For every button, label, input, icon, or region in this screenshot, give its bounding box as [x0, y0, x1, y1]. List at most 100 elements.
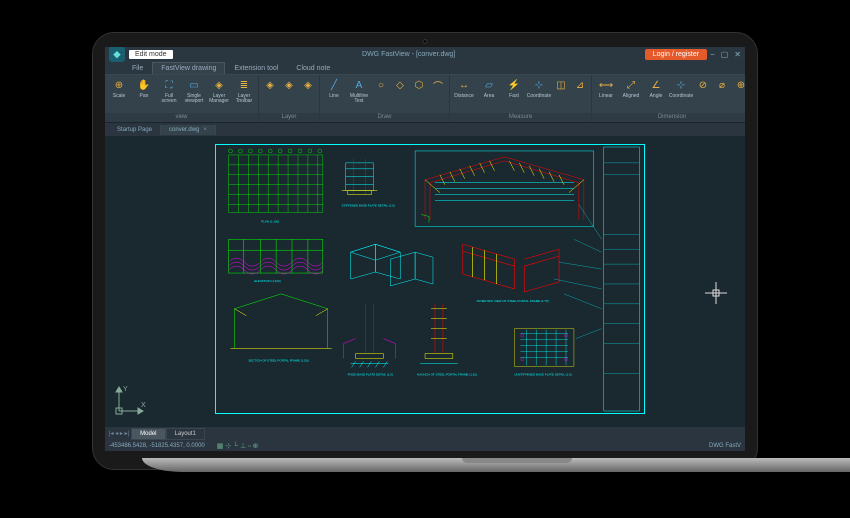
titlebar: ◆ Edit mode DWG FastView - [conver.dwg] …	[105, 47, 745, 61]
svg-text:X: X	[141, 402, 146, 409]
menu-tab-fastview[interactable]: FastView drawing	[152, 62, 225, 74]
crosshair-cursor	[705, 282, 727, 307]
ucs-icon: YX	[111, 379, 151, 421]
login-button[interactable]: Login / register	[645, 49, 707, 60]
layout-nav-arrows[interactable]: |◂ ◂ ▸ ▸|	[107, 430, 131, 437]
status-toggle-icons[interactable]: ▦ ⊹ └ ⊥ ▫ ⊕	[217, 442, 259, 450]
ribbon-group-label: Draw	[320, 113, 449, 122]
close-icon[interactable]: ✕	[734, 50, 741, 59]
ribbon-btn-coordinate[interactable]: ⊹Coordinate	[527, 77, 551, 113]
ribbon-btn-icon[interactable]: ◈	[299, 77, 317, 113]
ribbon-btn-coordinate[interactable]: ⊹Coordinate	[669, 77, 693, 113]
layout-tab-model[interactable]: Model	[131, 428, 165, 440]
edit-mode-toggle[interactable]: Edit mode	[129, 50, 173, 59]
layout-tab-layout1[interactable]: Layout1	[166, 428, 205, 440]
ribbon-label: Line	[329, 94, 338, 99]
close-tab-icon[interactable]: ×	[203, 127, 207, 133]
ribbon-label: Fast	[509, 94, 519, 99]
ribbon-btn-multiline-text[interactable]: AMultiline Text	[347, 77, 371, 113]
ribbon-icon: ◈	[211, 77, 227, 93]
status-brand: DWG FastV	[709, 443, 741, 449]
ribbon-btn-line[interactable]: ╱Line	[322, 77, 346, 113]
ribbon-btn-icon[interactable]: ⬡	[410, 77, 428, 113]
menu-bar: File FastView drawing Extension tool Clo…	[105, 61, 745, 75]
ribbon-label: Coordinate	[669, 94, 693, 99]
ribbon-icon: ⌀	[714, 77, 730, 93]
ribbon-icon: ◈	[281, 77, 297, 93]
ribbon-btn-icon[interactable]: ◇	[391, 77, 409, 113]
ribbon-icon: ⟷	[598, 77, 614, 93]
ribbon-icon: ⊘	[695, 77, 711, 93]
menu-tab-cloud[interactable]: Cloud note	[287, 62, 339, 74]
ribbon-icon: ✋	[136, 77, 152, 93]
svg-text:ISOMETRIC VIEW OF STEEL PORTAL: ISOMETRIC VIEW OF STEEL PORTAL FRAME (1:…	[477, 299, 549, 303]
ribbon-icon: ▭	[186, 77, 202, 93]
svg-text:SECTION OF STEEL PORTAL FRAME: SECTION OF STEEL PORTAL FRAME (1:50)	[248, 358, 308, 362]
ribbon-btn-icon[interactable]: ◈	[280, 77, 298, 113]
ribbon-btn-area[interactable]: ▱Area	[477, 77, 501, 113]
menu-tab-file[interactable]: File	[123, 62, 152, 74]
ribbon-btn-icon[interactable]: ⌀	[713, 77, 731, 113]
ribbon-btn-linear[interactable]: ⟷Linear	[594, 77, 618, 113]
ribbon-icon: ⊹	[673, 77, 689, 93]
menu-tab-extension[interactable]: Extension tool	[225, 62, 287, 74]
ribbon-btn-pan[interactable]: ✋Pan	[132, 77, 156, 113]
ribbon-icon: ◈	[300, 77, 316, 93]
ribbon-btn-icon[interactable]: ◫	[552, 77, 570, 113]
ribbon-label: Single viewport	[182, 94, 206, 104]
ribbon-icon: ◇	[392, 77, 408, 93]
ribbon-icon: ⚡	[506, 77, 522, 93]
ribbon-label: Layer Manager	[207, 94, 231, 104]
ribbon-icon: ⊕	[733, 77, 745, 93]
ribbon-btn-layer-toolbar[interactable]: ≣Layer Toolbar	[232, 77, 256, 113]
ribbon-icon: ◫	[553, 77, 569, 93]
ribbon-label: Layer Toolbar	[232, 94, 256, 104]
ribbon-btn-single-viewport[interactable]: ▭Single viewport	[182, 77, 206, 113]
ribbon-icon: A	[351, 77, 367, 93]
doc-tab-label: conver.dwg	[169, 127, 199, 133]
ribbon-btn-scale[interactable]: ⊕Scale	[107, 77, 131, 113]
layout-tabs: |◂ ◂ ▸ ▸| Model Layout1	[105, 427, 745, 440]
minimize-icon[interactable]: −	[710, 50, 715, 59]
laptop-camera	[423, 39, 428, 44]
ribbon-btn-icon[interactable]: ⊿	[571, 77, 589, 113]
status-bar: -453486.5428, -51825.4357, 0.0000 ▦ ⊹ └ …	[105, 440, 745, 451]
ribbon-label: Pan	[140, 94, 149, 99]
ribbon-icon: ∠	[648, 77, 664, 93]
ribbon-btn-layer-manager[interactable]: ◈Layer Manager	[207, 77, 231, 113]
doc-tab-startup[interactable]: Startup Page	[109, 125, 161, 135]
ribbon-label: Distance	[454, 94, 473, 99]
ribbon-icon: ⊕	[111, 77, 127, 93]
svg-text:ELEVATION (1:100): ELEVATION (1:100)	[254, 279, 280, 283]
ribbon-btn-angle[interactable]: ∠Angle	[644, 77, 668, 113]
maximize-icon[interactable]: ▢	[721, 50, 729, 59]
ribbon-btn-icon[interactable]: ⊕	[732, 77, 745, 113]
document-tabs: Startup Page conver.dwg ×	[105, 123, 745, 136]
ribbon-icon: ⊿	[572, 77, 588, 93]
ribbon-btn-aligned[interactable]: ⤢Aligned	[619, 77, 643, 113]
ribbon: ⊕Scale✋Pan⛶Full screen▭Single viewport◈L…	[105, 75, 745, 123]
svg-text:HAUNCH OF STEEL PORTAL FRAME (: HAUNCH OF STEEL PORTAL FRAME (1:10)	[417, 372, 477, 376]
ribbon-btn-icon[interactable]: ⌒	[429, 77, 447, 113]
ribbon-btn-icon[interactable]: ◈	[261, 77, 279, 113]
ribbon-icon: ↔	[456, 77, 472, 93]
ribbon-btn-distance[interactable]: ↔Distance	[452, 77, 476, 113]
ribbon-group-label: Layer	[259, 113, 319, 122]
ribbon-btn-icon[interactable]: ⊘	[694, 77, 712, 113]
status-coords: -453486.5428, -51825.4357, 0.0000	[109, 443, 205, 449]
ribbon-btn-fast[interactable]: ⚡Fast	[502, 77, 526, 113]
ribbon-btn-full-screen[interactable]: ⛶Full screen	[157, 77, 181, 113]
ribbon-icon: ╱	[326, 77, 342, 93]
ribbon-label: Aligned	[623, 94, 640, 99]
ribbon-icon: ⊹	[531, 77, 547, 93]
ribbon-icon: ⛶	[161, 77, 177, 93]
ribbon-icon: ≣	[236, 77, 252, 93]
drawing-canvas[interactable]: PLAN (1:100) ELEVATION (1:100) STIFFENED…	[105, 136, 745, 427]
window-title: DWG FastView - [conver.dwg]	[173, 51, 645, 58]
drawing-sheet: PLAN (1:100) ELEVATION (1:100) STIFFENED…	[215, 144, 645, 414]
svg-text:UNSTIFFENED BASE PLATE DETAIL: UNSTIFFENED BASE PLATE DETAIL (1:5)	[514, 372, 571, 376]
ribbon-btn-icon[interactable]: ○	[372, 77, 390, 113]
doc-tab-file[interactable]: conver.dwg ×	[161, 125, 216, 135]
doc-tab-label: Startup Page	[117, 127, 152, 133]
ribbon-label: Linear	[599, 94, 613, 99]
